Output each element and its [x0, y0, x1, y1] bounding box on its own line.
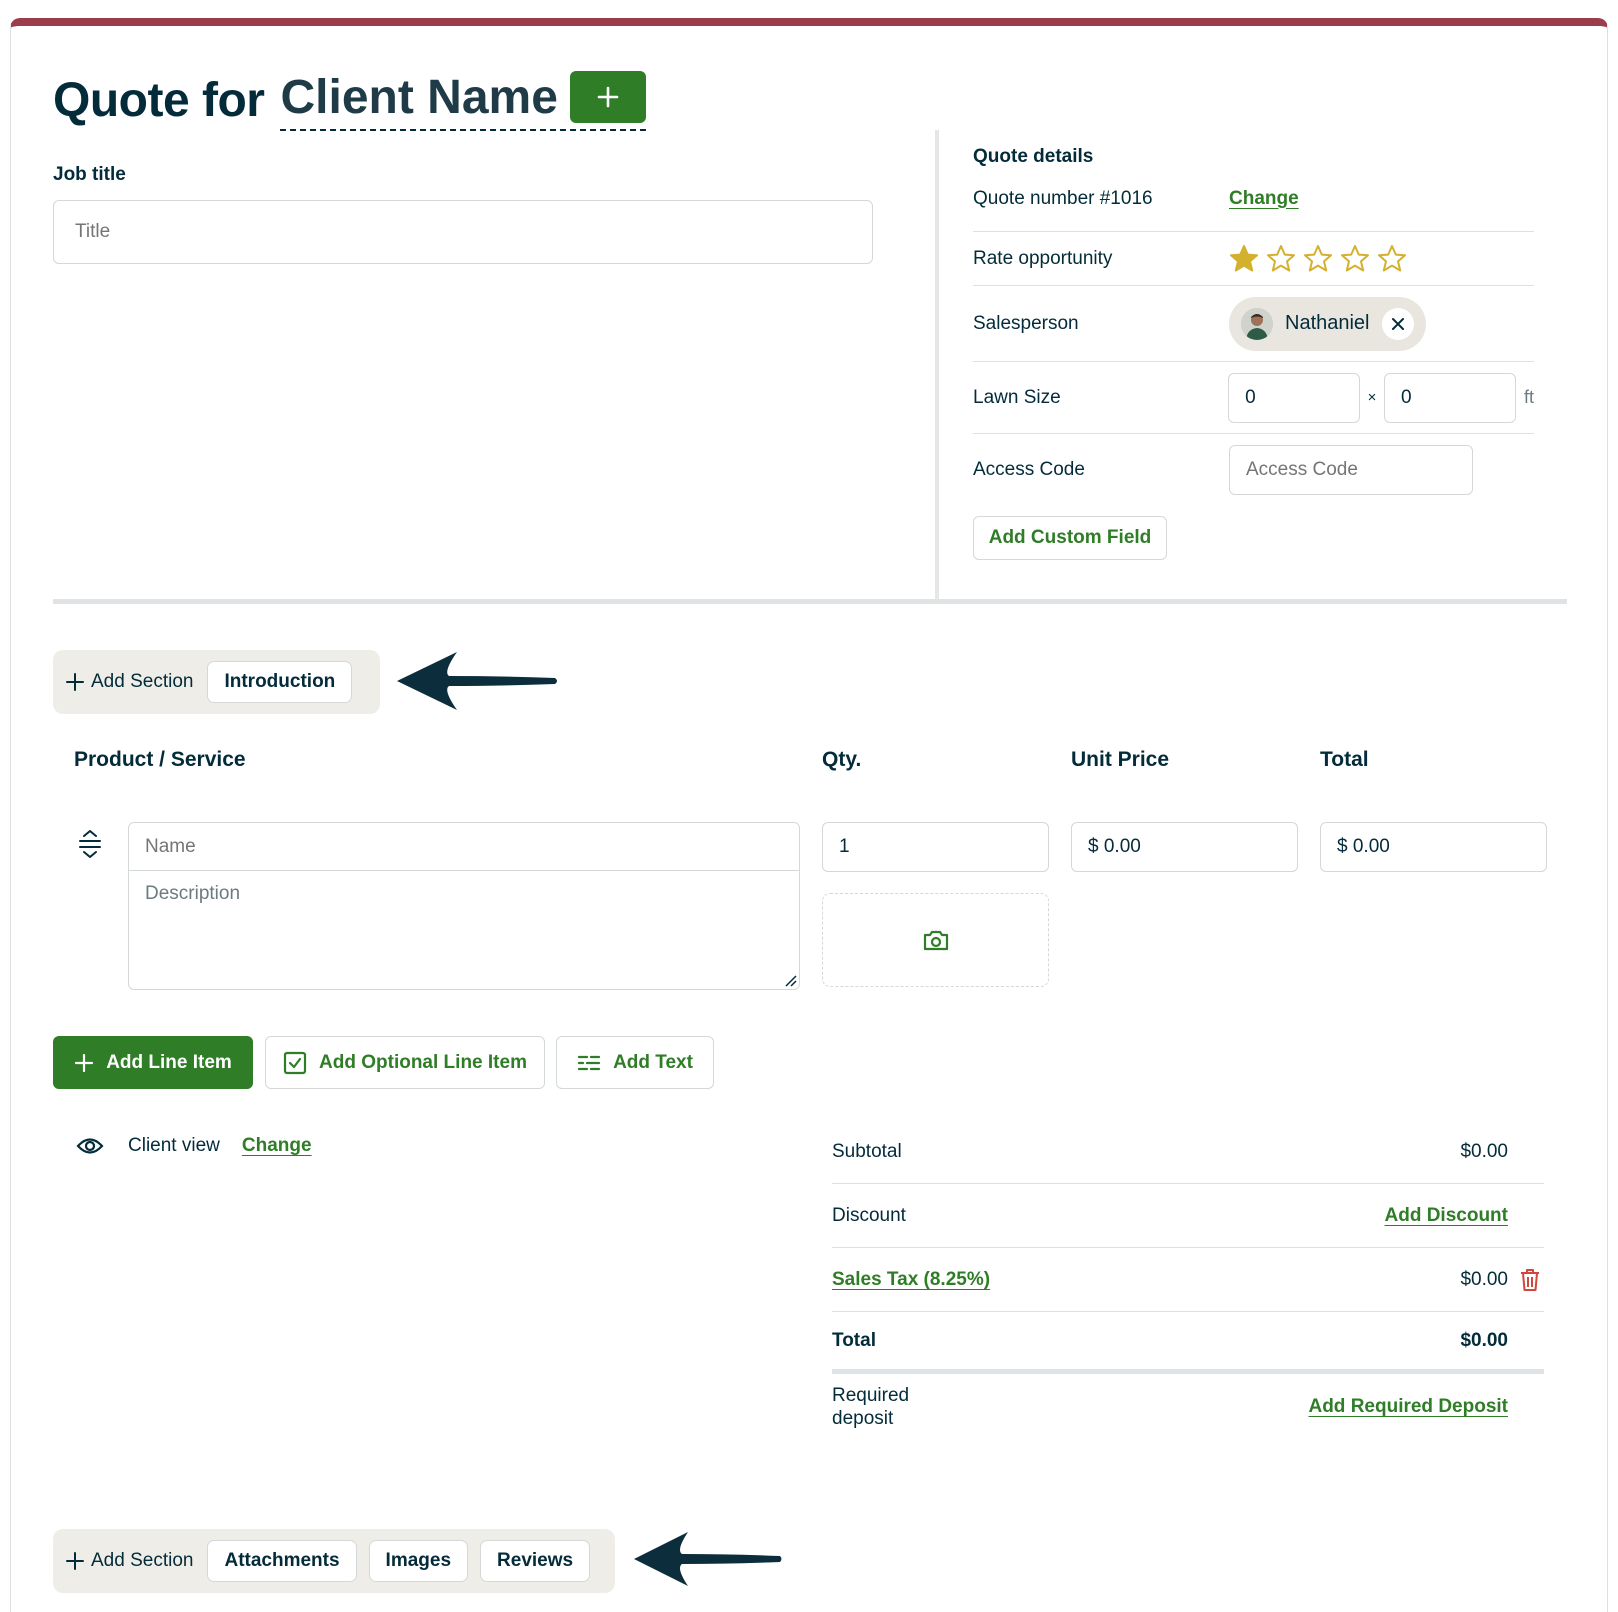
add-line-item-label: Add Line Item: [106, 1051, 232, 1073]
arrow-left-icon: [397, 652, 557, 710]
star-outline-icon[interactable]: [1377, 244, 1407, 274]
add-discount-link[interactable]: Add Discount: [1385, 1205, 1509, 1227]
sales-tax-link[interactable]: Sales Tax (8.25%): [832, 1269, 990, 1291]
salesperson-label: Salesperson: [973, 312, 1079, 334]
quote-number-label: Quote number #1016: [973, 187, 1153, 209]
add-section-bar-bottom: Add Section Attachments Images Reviews: [53, 1529, 615, 1593]
star-outline-icon[interactable]: [1266, 244, 1296, 274]
quote-number-row: Quote number #1016 Change: [973, 176, 1534, 232]
lawn-size-label: Lawn Size: [973, 386, 1061, 408]
client-selector[interactable]: Client Name: [280, 69, 646, 131]
discount-row: Discount Add Discount: [832, 1184, 1544, 1248]
client-view-change-link[interactable]: Change: [242, 1135, 312, 1157]
reorder-icon: [79, 830, 101, 858]
deposit-row: Required deposit Add Required Deposit: [832, 1384, 1544, 1436]
title-prefix: Quote for: [53, 73, 265, 127]
client-view-label: Client view: [128, 1135, 220, 1156]
access-code-input[interactable]: [1229, 445, 1473, 495]
discount-label: Discount: [832, 1204, 906, 1226]
plus-icon: [66, 1552, 84, 1570]
star-rating[interactable]: [1229, 244, 1407, 274]
text-lines-icon: [577, 1055, 601, 1070]
drag-handle[interactable]: [78, 830, 102, 863]
add-line-item-button[interactable]: Add Line Item: [53, 1036, 253, 1089]
vertical-divider: [935, 130, 939, 600]
deposit-label-line2: deposit: [832, 1408, 894, 1429]
header-total: Total: [1320, 748, 1369, 771]
times-symbol: ×: [1367, 389, 1377, 406]
section-introduction[interactable]: Introduction: [207, 661, 353, 703]
camera-icon: [923, 930, 948, 951]
rate-opportunity-row: Rate opportunity: [973, 232, 1534, 286]
add-section-button[interactable]: Add Section: [65, 1550, 193, 1572]
checkbox-icon: [283, 1051, 307, 1074]
salesperson-row: Salesperson Nathaniel: [973, 286, 1534, 362]
deposit-label: Required deposit: [832, 1384, 909, 1430]
add-text-label: Add Text: [613, 1051, 693, 1073]
trash-icon[interactable]: [1520, 1268, 1540, 1292]
lawn-size-row: Lawn Size × ft: [973, 362, 1534, 434]
remove-salesperson-button[interactable]: [1381, 307, 1414, 340]
deposit-label-line1: Required: [832, 1385, 910, 1406]
quote-details-heading: Quote details: [973, 146, 1094, 167]
plus-icon: [75, 1053, 94, 1072]
line-item-text-box: Description: [128, 822, 800, 990]
rate-opportunity-label: Rate opportunity: [973, 247, 1113, 269]
plus-icon: [597, 86, 619, 108]
line-item-description-input[interactable]: Description: [145, 883, 240, 905]
close-icon: [1391, 317, 1404, 330]
client-view-row: Client view Change: [76, 1135, 312, 1157]
page-title: Quote for Client Name: [53, 68, 646, 132]
sales-tax-row: Sales Tax (8.25%) $0.00: [832, 1248, 1544, 1312]
salesperson-chip[interactable]: Nathaniel: [1229, 296, 1426, 351]
access-code-label: Access Code: [973, 459, 1085, 480]
star-outline-icon[interactable]: [1303, 244, 1333, 274]
lawn-width-input[interactable]: [1228, 372, 1361, 423]
unit-price-input[interactable]: $ 0.00: [1071, 822, 1298, 872]
add-section-label: Add Section: [91, 1550, 194, 1571]
plus-icon: [66, 673, 84, 691]
header-qty: Qty.: [822, 748, 862, 771]
arrow-left-icon: [634, 1532, 782, 1586]
job-title-input[interactable]: [53, 200, 873, 264]
eye-icon: [76, 1138, 104, 1154]
add-custom-field-button[interactable]: Add Custom Field: [973, 516, 1167, 560]
subtotal-label: Subtotal: [832, 1140, 902, 1162]
lawn-unit: ft: [1523, 387, 1534, 407]
add-required-deposit-link[interactable]: Add Required Deposit: [1308, 1396, 1508, 1418]
subtotal-row: Subtotal $0.00: [832, 1120, 1544, 1184]
add-image-dropzone[interactable]: [822, 893, 1049, 987]
section-images[interactable]: Images: [368, 1540, 469, 1582]
add-optional-line-item-button[interactable]: Add Optional Line Item: [265, 1036, 545, 1089]
section-attachments[interactable]: Attachments: [207, 1540, 357, 1582]
change-quote-number-link[interactable]: Change: [1229, 188, 1299, 210]
subtotal-value: $0.00: [1460, 1140, 1508, 1162]
add-section-bar-top: Add Section Introduction: [53, 650, 380, 714]
avatar: [1241, 307, 1273, 340]
star-filled-icon[interactable]: [1229, 244, 1259, 274]
add-text-button[interactable]: Add Text: [556, 1036, 714, 1089]
add-section-button[interactable]: Add Section: [65, 671, 193, 693]
salesperson-name: Nathaniel: [1285, 312, 1370, 334]
add-section-label: Add Section: [91, 671, 194, 692]
line-item-name-input[interactable]: [129, 823, 799, 871]
total-input[interactable]: $ 0.00: [1320, 822, 1547, 872]
access-code-row: Access Code: [973, 434, 1534, 506]
add-optional-line-item-label: Add Optional Line Item: [319, 1051, 527, 1073]
job-title-label: Job title: [53, 164, 126, 185]
section-divider: [53, 599, 1567, 604]
total-row: Total $0.00: [832, 1312, 1544, 1374]
sales-tax-value: $0.00: [1460, 1268, 1508, 1290]
resize-handle-icon[interactable]: [783, 973, 797, 987]
lawn-length-input[interactable]: [1383, 372, 1516, 423]
header-unit-price: Unit Price: [1071, 748, 1170, 771]
header-product: Product / Service: [74, 748, 246, 771]
section-reviews[interactable]: Reviews: [480, 1540, 591, 1582]
total-label: Total: [832, 1329, 876, 1351]
client-name[interactable]: Client Name: [280, 70, 557, 125]
qty-input[interactable]: 1: [822, 822, 1049, 872]
add-client-button[interactable]: [569, 71, 646, 123]
star-outline-icon[interactable]: [1340, 244, 1370, 274]
total-value: $0.00: [1460, 1329, 1508, 1351]
